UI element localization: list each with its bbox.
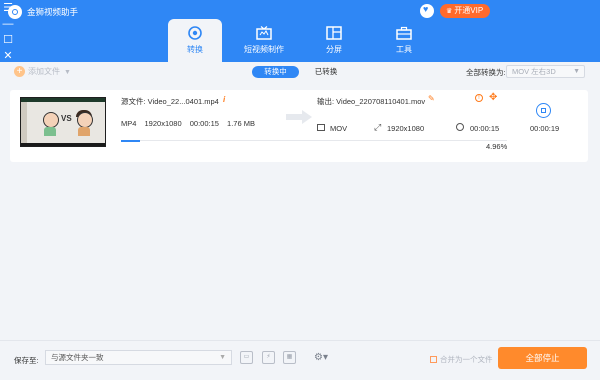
- add-file-label: 添加文件: [28, 67, 60, 76]
- toolbox-icon: [395, 26, 413, 40]
- progress-bar: [121, 139, 507, 142]
- progress-percent: 4.96%: [486, 142, 508, 151]
- settings-icon[interactable]: ✥: [489, 92, 497, 103]
- save-to-label: 保存至:: [14, 356, 39, 365]
- tv-icon: [255, 26, 273, 40]
- progress-fill: [121, 139, 141, 142]
- source-duration: 00:00:15: [189, 119, 219, 128]
- chevron-down-icon[interactable]: ▼: [64, 69, 71, 76]
- app-title: 金狮视频助手: [27, 7, 79, 17]
- convert-all-value: MOV 左右3D: [512, 67, 556, 76]
- merge-label: 合并为一个文件: [440, 355, 493, 364]
- bottom-bar: 保存至: 与源文件夹一致 ▼ ▭ ⚡ ▦ ⚙▾ 合并为一个文件 全部停止: [0, 340, 600, 380]
- folder-icon[interactable]: ▭: [240, 351, 253, 364]
- resize-icon: ⤢: [374, 122, 382, 132]
- output-resolution: 1920x1080: [387, 124, 425, 133]
- checkbox-icon: [430, 356, 437, 363]
- favorite-icon[interactable]: [420, 4, 434, 18]
- plus-icon: +: [14, 66, 25, 78]
- gear-icon[interactable]: ⚙▾: [310, 351, 332, 364]
- save-path-value: 与源文件夹一致: [51, 353, 104, 362]
- tab-label: 分屏: [326, 45, 342, 54]
- stop-button[interactable]: [536, 103, 551, 118]
- convert-all-label: 全部转换为:: [466, 68, 506, 77]
- title-bar: 金狮视频助手 ♛开通VIP ☰ — ☐ ✕ 转换 短视频制作 分屏 工具: [0, 0, 600, 62]
- vip-button[interactable]: ♛ 开通VIP: [440, 4, 490, 18]
- file-list: VS 源文件: Video_22...0401.mp4 i MP4 1920x1…: [0, 82, 600, 340]
- output-duration: 00:00:15: [470, 124, 500, 133]
- film-icon: [317, 124, 325, 131]
- stop-all-button[interactable]: 全部停止: [498, 347, 587, 369]
- crown-icon: ♛: [446, 8, 453, 15]
- add-file-button[interactable]: + 添加文件 ▼: [14, 66, 71, 78]
- save-path-select[interactable]: 与源文件夹一致 ▼: [45, 350, 232, 365]
- chevron-down-icon: ▼: [573, 68, 580, 75]
- tab-label: 转换: [187, 45, 203, 54]
- source-meta: MP4 1920x1080 00:00:15 1.76 MB: [121, 119, 261, 128]
- output-format[interactable]: MOV: [330, 124, 347, 133]
- info-icon[interactable]: i: [223, 95, 225, 104]
- maximize-icon[interactable]: ☐: [0, 32, 16, 48]
- source-resolution: 1920x1080: [144, 119, 182, 128]
- output-file-name: 输出: Video_220708110401.mov: [317, 97, 426, 106]
- tab-label: 工具: [396, 45, 412, 54]
- tab-label: 短视频制作: [244, 45, 284, 54]
- convert-icon: [186, 26, 204, 40]
- hardware-speed-icon[interactable]: ⚡: [262, 351, 275, 364]
- arrow-right-icon: [286, 110, 312, 124]
- tab-split-screen[interactable]: 分屏: [307, 19, 361, 62]
- warning-icon[interactable]: !: [475, 94, 483, 102]
- gpu-icon[interactable]: ▦: [283, 351, 296, 364]
- elapsed-time: 00:00:19: [530, 124, 560, 133]
- tab-convert[interactable]: 转换: [168, 19, 222, 62]
- merge-checkbox[interactable]: 合并为一个文件: [430, 354, 493, 365]
- edit-icon[interactable]: ✎: [428, 94, 435, 103]
- split-screen-icon: [325, 26, 343, 40]
- source-size: 1.76 MB: [227, 119, 255, 128]
- video-thumbnail[interactable]: VS: [20, 97, 106, 147]
- chevron-down-icon: ▼: [219, 354, 226, 361]
- tab-converted[interactable]: 已转换: [306, 66, 346, 78]
- app-logo-icon: [8, 5, 22, 19]
- source-format: MP4: [121, 119, 137, 128]
- source-file-name: 源文件: Video_22...0401.mp4: [121, 97, 219, 106]
- tab-short-video[interactable]: 短视频制作: [237, 19, 291, 62]
- list-item: VS 源文件: Video_22...0401.mp4 i MP4 1920x1…: [10, 90, 588, 162]
- clock-icon: [456, 123, 464, 131]
- vip-label: 开通VIP: [454, 6, 484, 15]
- tab-converting[interactable]: 转换中: [252, 66, 299, 78]
- convert-all-select[interactable]: MOV 左右3D ▼: [506, 65, 585, 78]
- tab-tools[interactable]: 工具: [377, 19, 431, 62]
- toolbar: + 添加文件 ▼ 转换中 已转换 全部转换为: MOV 左右3D ▼: [0, 62, 600, 82]
